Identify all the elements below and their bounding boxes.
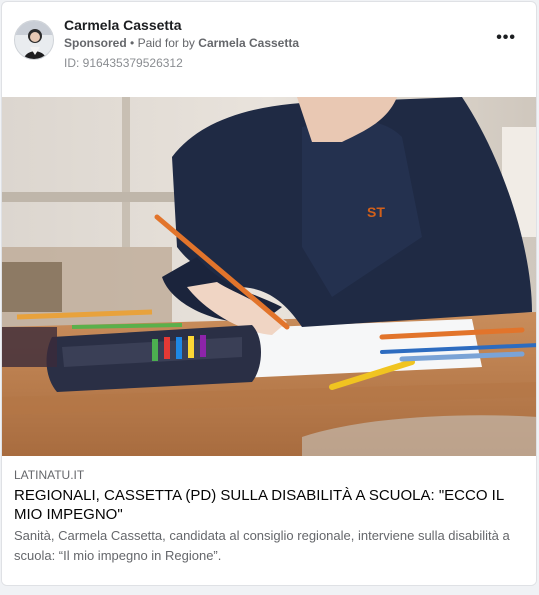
author-name[interactable]: Carmela Cassetta [64,17,182,33]
paid-for-name[interactable]: Carmela Cassetta [198,36,299,50]
separator-dot: • [130,36,135,50]
svg-text:ST: ST [367,204,385,220]
link-description: Sanità, Carmela Cassetta, candidata al c… [14,528,510,563]
link-preview[interactable]: LATINATU.IT REGIONALI, CASSETTA (PD) SUL… [2,456,536,585]
post-image[interactable]: ST [2,97,536,456]
paid-for-prefix: Paid for by [137,36,195,50]
ad-card: Carmela Cassetta Sponsored • Paid for by… [1,1,537,586]
sponsored-line: Sponsored • Paid for by Carmela Cassetta [64,36,299,50]
link-headline[interactable]: REGIONALI, CASSETTA (PD) SULLA DISABILIT… [14,486,526,524]
link-domain: LATINATU.IT [14,468,85,482]
avatar[interactable] [14,20,54,60]
more-options-icon[interactable]: ••• [496,30,516,46]
ad-id: ID: 916435379526312 [64,56,183,70]
post-header: Carmela Cassetta Sponsored • Paid for by… [2,2,536,98]
sponsored-label[interactable]: Sponsored [64,36,127,50]
